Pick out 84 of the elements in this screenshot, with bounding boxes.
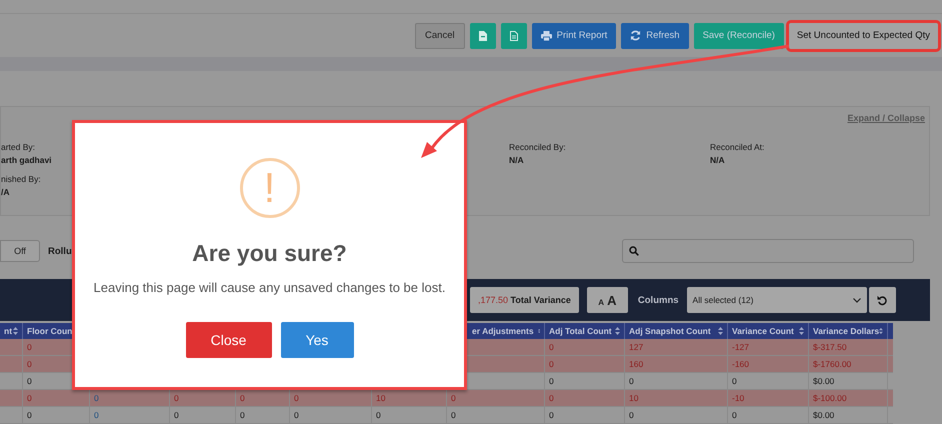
toolbar-button[interactable]: Cancel bbox=[415, 22, 465, 48]
table-cell: 127 bbox=[629, 342, 644, 352]
search-field[interactable] bbox=[622, 239, 914, 263]
table-cell: 0 bbox=[27, 342, 32, 352]
table-cell: 0 bbox=[294, 393, 299, 403]
table-cell: 0 bbox=[94, 393, 99, 403]
table-cell: 0 bbox=[549, 342, 554, 352]
file-icon bbox=[478, 30, 487, 40]
table-cell: 0 bbox=[732, 376, 737, 386]
column-header[interactable]: Adj Total Count bbox=[549, 326, 612, 336]
toggle-button[interactable]: Off bbox=[0, 240, 40, 262]
column-header[interactable]: nt bbox=[4, 326, 12, 336]
field-value: N/A bbox=[509, 155, 525, 165]
table-cell: 0 bbox=[376, 410, 381, 420]
column-header[interactable]: Adj Snapshot Count bbox=[629, 326, 711, 336]
table-cell: $-317.50 bbox=[813, 342, 847, 352]
table-cell: 10 bbox=[376, 393, 386, 403]
field-value: /A bbox=[1, 187, 10, 197]
dialog-button[interactable]: Close bbox=[186, 322, 272, 358]
toolbar-button[interactable]: Refresh bbox=[621, 22, 689, 48]
table-cell: 0 bbox=[240, 393, 245, 403]
table-cell: 0 bbox=[451, 410, 456, 420]
table-cell: 0 bbox=[27, 359, 32, 369]
table-cell: 160 bbox=[629, 359, 644, 369]
chevron-icon bbox=[852, 298, 861, 302]
toolbar-button[interactable]: Print Report bbox=[532, 22, 616, 48]
field-value: arth gadhavi bbox=[1, 155, 53, 165]
table-cell: 0 bbox=[174, 410, 179, 420]
table-cell: 0 bbox=[549, 410, 554, 420]
dialog-message: Leaving this page will cause any unsaved changes to be lost. bbox=[92, 280, 446, 296]
undo-icon bbox=[876, 294, 888, 306]
table-cell: 0 bbox=[451, 393, 456, 403]
font-size-button[interactable]: A A bbox=[586, 287, 628, 313]
document-icon bbox=[510, 30, 518, 40]
table-cell: -10 bbox=[732, 393, 744, 403]
table-cell: 0 bbox=[549, 393, 554, 403]
sort-icon[interactable] bbox=[879, 327, 883, 335]
sort-icon[interactable] bbox=[718, 327, 723, 335]
sort-icon[interactable] bbox=[615, 327, 620, 335]
toolbar-button[interactable]: Set Uncounted to Expected Qty bbox=[788, 22, 938, 48]
table-cell: -127 bbox=[732, 342, 750, 352]
rollup-label: Rollu bbox=[48, 246, 72, 256]
field-value: N/A bbox=[710, 155, 726, 165]
dialog-title: Are you sure? bbox=[192, 240, 347, 267]
search-icon bbox=[629, 246, 639, 256]
printer-icon bbox=[540, 30, 552, 40]
table-cell: $0.00 bbox=[813, 410, 834, 420]
table-cell: 0 bbox=[174, 393, 179, 403]
table-cell: $-1760.00 bbox=[813, 359, 852, 369]
sort-icon[interactable] bbox=[799, 327, 804, 335]
table-cell: 0 bbox=[240, 410, 245, 420]
column-header[interactable]: Variance Count bbox=[732, 326, 794, 336]
table-cell: 0 bbox=[27, 410, 32, 420]
table-cell: 0 bbox=[732, 410, 737, 420]
table-cell: 0 bbox=[629, 410, 634, 420]
sort-icon[interactable] bbox=[538, 327, 540, 335]
reset-button[interactable] bbox=[868, 287, 896, 313]
table-cell: 0 bbox=[294, 410, 299, 420]
toolbar-button[interactable] bbox=[470, 22, 496, 48]
dialog-button[interactable]: Yes bbox=[280, 322, 354, 358]
table-cell: 0 bbox=[94, 410, 99, 420]
table-cell: 0 bbox=[549, 359, 554, 369]
column-header[interactable]: er Adjustments bbox=[472, 326, 534, 336]
toolbar-button[interactable] bbox=[500, 22, 527, 48]
columns-select[interactable]: All selected (12) bbox=[686, 287, 867, 313]
field-label: nished By: bbox=[1, 174, 42, 184]
field-label: Reconciled By: bbox=[509, 142, 567, 152]
field-label: Reconciled At: bbox=[710, 142, 766, 152]
warning-icon: ! bbox=[240, 158, 300, 218]
column-header[interactable]: Floor Coun bbox=[27, 326, 72, 336]
field-label: arted By: bbox=[1, 142, 36, 152]
columns-label: Columns bbox=[638, 294, 679, 306]
table-cell: 0 bbox=[629, 376, 634, 386]
total-variance-button[interactable]: ,177.50 Total Variance bbox=[470, 287, 579, 313]
refresh-icon bbox=[630, 30, 642, 41]
table-cell: 0 bbox=[27, 393, 32, 403]
column-header[interactable]: Variance Dollars bbox=[813, 326, 880, 336]
table-cell: $0.00 bbox=[813, 376, 834, 386]
table-cell: 10 bbox=[629, 393, 638, 403]
table-cell: 0 bbox=[27, 376, 32, 386]
table-cell: 0 bbox=[549, 376, 554, 386]
table-cell: $-100.00 bbox=[813, 393, 847, 403]
table-cell: -160 bbox=[732, 359, 750, 369]
sort-icon[interactable] bbox=[13, 327, 18, 335]
